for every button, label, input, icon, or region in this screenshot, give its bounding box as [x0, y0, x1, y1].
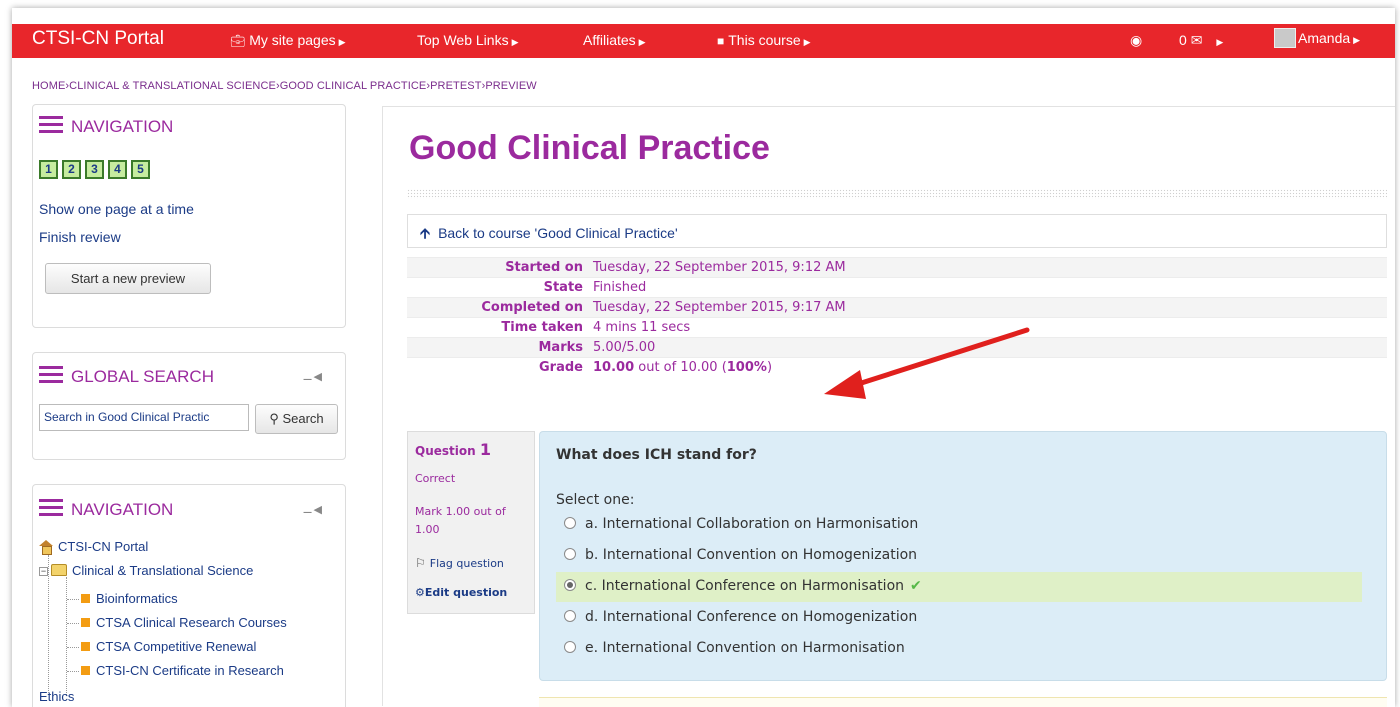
browser-frame: CTSI-CN Portal 💼︎ My site pages ▶ Top Web …	[12, 8, 1395, 707]
annotation-arrow-icon	[824, 327, 1030, 399]
annotation-arrow	[824, 327, 1030, 399]
